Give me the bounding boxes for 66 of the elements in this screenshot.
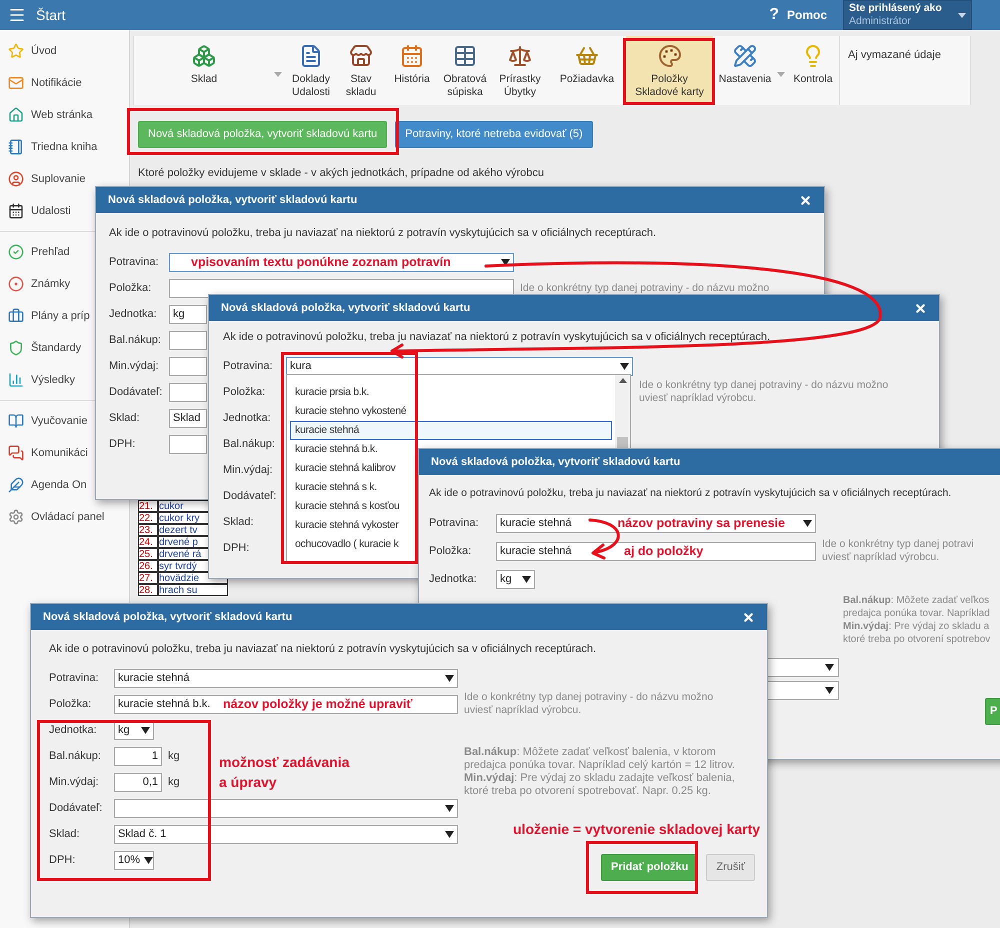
help-note: Bal.nákup: Môžete zadať veľkosť balenia, v ktorom predajca ponúka tovar. Napríklad celý kartón = 12 litrov. Min.výdaj: Pre výdaj zo skladu zadajte veľkosť balenia, ktoré treba po otvorení spotrebovať. Napr. 0.25 kg. [464,746,735,798]
table-cell: 25. [138,548,158,560]
field-label: Jednotka: [223,410,272,426]
field-label: Bal.nákup: [223,436,276,452]
help-note: Bal.nákup: Môžete zadať veľkos predajca ponúka tovar. Napríklad Min.výdaj: Pre výdaj zo skladu a ktoré treba po otvorení spotrebov [843,594,990,646]
user-caption: Ste prihlásený ako [849,2,942,15]
field-label: Bal.nákup: [109,332,162,348]
field-label: DPH: [49,852,76,868]
field-label: Jednotka: [109,306,158,322]
field-label: Sklad: [109,410,141,426]
field-label: Min.výdaj: [223,462,274,478]
dialog-intro: Ak ide o potravinovú položku, treba ju naviazať na niektorú z potravín vyskytujúcich sa v oficiálnych receptúrach. [49,642,598,656]
annotation-text: možnosť zadávania a úpravy [219,753,350,792]
field-label: Potravina: [223,358,274,374]
toolbar-label: Sklad [190,73,218,86]
field-label: Potravina: [49,670,100,686]
dialog-intro: Ak ide o potravinovú položku, treba ju naviazať na niektorú z potravín vyskytujúcich sa v oficiálnych receptúrach. [223,330,772,344]
dialog-title: Nová skladová položka, vytvoriť skladovú kartu [221,300,470,316]
field-hint: Ide o konkrétny typ danej potravi uviesť napríklad výrobcu. [822,538,974,564]
field-hint: Ide o konkrétny typ danej potraviny - do názvu možno [520,282,770,294]
field-label: Dodávateľ: [49,800,104,816]
table-cell: 28. [138,584,158,596]
table-cell: 23. [138,524,158,536]
field-label: DPH: [109,436,136,452]
field-label: Dodávateľ: [109,384,164,400]
toolbar-label: Prírastky Úbytky [499,73,541,99]
table-cell: 26. [138,560,158,572]
field-hint: Ide o konkrétny typ danej potraviny - do názvu možno uviesť napríklad výrobcu. [464,691,714,717]
field-hint: Ide o konkrétny typ danej potraviny - do názvu možno uviesť napríklad výrobcu. [639,379,888,405]
toolbar-label: Obratová súpiska [443,73,487,99]
toolbar-label: Doklady Udalosti [292,73,330,99]
dialog-title: Nová skladová položka, vytvoriť skladovú kartu [431,454,680,470]
field-label: Potravina: [109,254,160,270]
toolbar-label: Stav skladu [346,73,376,99]
toolbar-label: Položky Skladové karty [635,73,704,99]
field-label: Min.výdaj: [109,358,160,374]
field-label: Položka: [223,384,266,400]
dialog-title: Nová skladová položka, vytvoriť skladovú kartu [108,192,358,208]
toolbar-label: História [394,73,430,86]
annotation-text: uloženie = vytvorenie skladovej karty [513,820,760,839]
annotation-text: názov položky je možné upraviť [223,696,412,713]
field-label: Bal.nákup: [49,748,102,764]
dialog-title: Nová skladová položka, vytvoriť skladovú kartu [43,610,292,625]
table-cell: 21. [138,500,158,512]
table-cell: 22. [138,512,158,524]
field-label: Potravina: [429,516,480,531]
page-description: Ktoré položky evidujeme v sklade - v akých jednotkách, prípadne od akého výrobcu [138,166,546,180]
dialog-intro: Ak ide o potravinovú položku, treba ju naviazať na niektorú z potravín vyskytujúcich sa v oficiálnych receptúrach. [109,226,658,240]
field-label: Položka: [429,544,472,559]
dialog-intro: Ak ide o potravinovú položku, treba ju naviazať na niektorú z potravín vyskytujúcich sa v oficiálnych receptúrach. [429,486,952,500]
field-label: Jednotka: [49,722,98,738]
field-label: Jednotka: [429,572,478,587]
unit-label: kg [168,748,180,764]
field-label: Sklad: [49,826,81,842]
table-cell: hrach su [158,584,228,596]
field-label: Položka: [49,696,92,712]
toolbar-label: Požiadavka [560,73,614,86]
user-name: Administrátor [849,15,912,28]
annotation-text: aj do položky [624,542,704,560]
toolbar-label: Kontrola [793,73,833,86]
field-label: Položka: [109,280,152,296]
table-cell: 24. [138,536,158,548]
table-cell: 27. [138,572,158,584]
toolbar-label: Nastavenia [718,73,772,86]
field-label: Min.výdaj: [49,774,100,790]
unit-label: kg [168,774,180,790]
